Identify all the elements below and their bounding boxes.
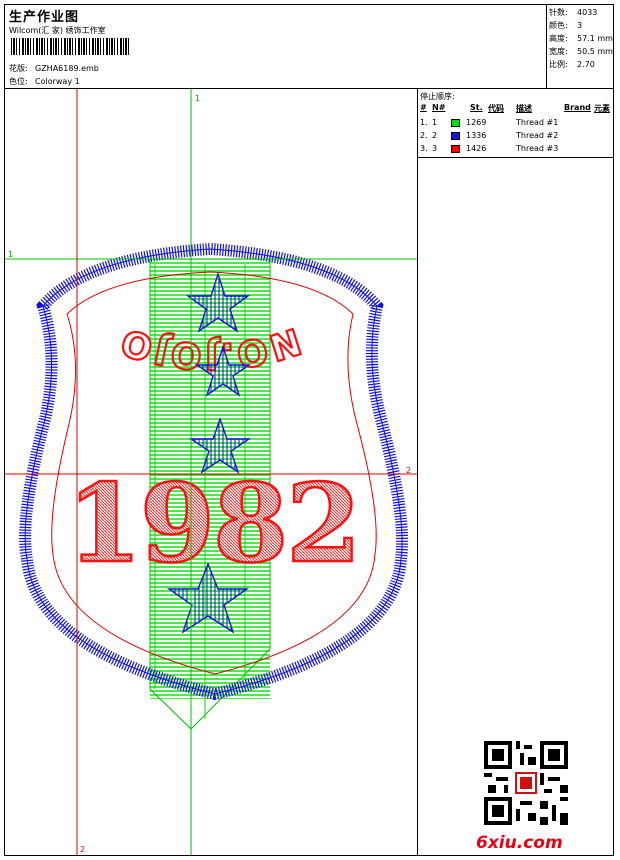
row-index: 1.	[420, 118, 428, 127]
colorway-label: 色位:	[9, 77, 28, 86]
stat-value: 57.1 mm	[577, 34, 613, 43]
row-code: 1426	[466, 144, 487, 153]
color-swatch	[451, 145, 460, 153]
col-code: 代码	[488, 104, 504, 113]
colorway-value: Colorway 1	[35, 77, 80, 86]
col-hash: #	[420, 103, 427, 112]
stat-width: 宽度: 50.5 mm	[549, 46, 613, 57]
row-code: 1336	[466, 131, 487, 140]
row-desc: Thread #1	[516, 118, 559, 127]
col-desc: 描述	[516, 104, 532, 113]
stat-label: 高度:	[549, 34, 568, 43]
col-st: St.	[470, 103, 483, 112]
patch-number: 1982	[67, 461, 360, 587]
col-n: N#	[432, 103, 446, 112]
col-brand: Brand	[564, 103, 591, 112]
row-n: 2	[432, 131, 438, 140]
design-label: 花版:	[9, 64, 28, 73]
stat-label: 颜色:	[549, 21, 568, 30]
stat-value: 2.70	[577, 60, 595, 69]
stop-sequence-panel: 停止顺序: # N# St. 代码 描述 Brand 元素 1. 1 1269 …	[418, 89, 613, 855]
page-title: 生产作业图	[9, 10, 80, 25]
guide-label-top: 1	[195, 94, 200, 103]
thread-row[interactable]: 2. 2 1336 Thread #2	[418, 130, 613, 143]
design-file: GZHA6189.emb	[35, 64, 99, 73]
brand-watermark: 6xiu.com	[476, 833, 563, 853]
guide-label-bottom: 2	[80, 845, 85, 854]
studio-name: Wilcom(汇 家) 绣饰工作室	[9, 26, 106, 35]
row-desc: Thread #3	[516, 144, 559, 153]
stop-sequence-title: 停止顺序:	[420, 92, 455, 101]
stat-scale: 比例: 2.70	[549, 59, 595, 70]
row-index: 2.	[420, 131, 428, 140]
stat-label: 比例:	[549, 60, 568, 69]
year-number: 1982	[65, 460, 362, 589]
header-panel: 生产作业图 Wilcom(汇 家) 绣饰工作室 花版: GZHA6189.emb …	[5, 5, 547, 89]
worksheet: 生产作业图 Wilcom(汇 家) 绣饰工作室 花版: GZHA6189.emb …	[4, 4, 614, 856]
embroidery-preview: NO.JOJO 1982 1 1 2 2	[5, 89, 417, 855]
stat-height: 高度: 57.1 mm	[549, 33, 613, 44]
guide-label-right: 2	[406, 466, 411, 475]
stats-panel: 针数: 4033 颜色: 3 高度: 57.1 mm 宽度: 50.5 mm 比例: 2.…	[547, 5, 613, 89]
design-canvas[interactable]: NO.JOJO 1982 1 1 2 2	[5, 89, 418, 855]
design-row: 花版: GZHA6189.emb	[9, 63, 99, 74]
thread-row[interactable]: 1. 1 1269 Thread #1	[418, 117, 613, 130]
stat-value: 50.5 mm	[577, 47, 613, 56]
divider	[418, 157, 613, 158]
stat-stitches: 针数: 4033	[549, 7, 597, 18]
stat-label: 针数:	[549, 8, 568, 17]
stat-label: 宽度:	[549, 47, 568, 56]
thread-row[interactable]: 3. 3 1426 Thread #3	[418, 143, 613, 156]
color-swatch	[451, 119, 460, 127]
row-desc: Thread #2	[516, 131, 559, 140]
qr-code-icon	[484, 741, 568, 825]
row-n: 1	[432, 118, 438, 127]
row-n: 3	[432, 144, 438, 153]
barcode	[11, 38, 129, 55]
row-index: 3.	[420, 144, 428, 153]
col-element: 元素	[594, 104, 610, 113]
color-swatch	[451, 132, 460, 140]
guide-label-left: 1	[8, 250, 13, 259]
stat-value: 3	[577, 21, 583, 30]
colorway-row: 色位: Colorway 1	[9, 76, 80, 87]
stat-value: 4033	[577, 8, 598, 17]
thread-table-header: # N# St. 代码 描述 Brand 元素	[418, 103, 613, 115]
stat-colors: 颜色: 3	[549, 20, 582, 31]
row-code: 1269	[466, 118, 487, 127]
